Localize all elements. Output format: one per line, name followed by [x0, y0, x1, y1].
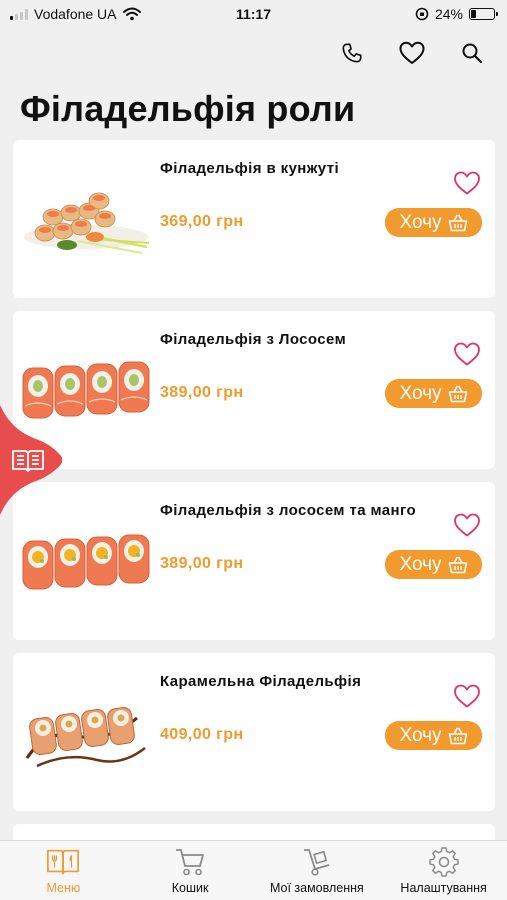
tab-menu[interactable]: Меню — [0, 841, 127, 900]
bottom-tab-bar: Меню Кошик Мої замовлення Налаштування — [0, 840, 507, 900]
catalog-side-tab[interactable] — [0, 405, 62, 515]
product-price: 389,00 грн — [160, 384, 244, 401]
want-button[interactable]: Хочу — [385, 379, 482, 408]
tab-label: Меню — [46, 881, 81, 895]
basket-icon — [448, 556, 467, 573]
product-card[interactable]: Карамельна Філадельфія 409,00 грн Хочу — [13, 653, 495, 811]
heart-icon — [399, 41, 425, 64]
orientation-lock-icon — [415, 7, 429, 21]
product-price: 369,00 грн — [160, 213, 244, 230]
page-title: Філадельфія роли — [20, 88, 356, 129]
favorites-button[interactable] — [397, 38, 427, 68]
product-card[interactable]: Філадельфія з лососем та манго 389,00 гр… — [13, 482, 495, 640]
favorite-heart-icon[interactable] — [453, 341, 481, 367]
tab-settings[interactable]: Налаштування — [380, 841, 507, 900]
tab-label: Налаштування — [400, 881, 487, 895]
product-price: 409,00 грн — [160, 726, 244, 743]
want-button[interactable]: Хочу — [385, 721, 482, 750]
status-bar: Vodafone UA 11:17 24% — [0, 0, 507, 30]
product-card[interactable]: Філадельфія з Лососем 389,00 грн Хочу — [13, 311, 495, 469]
tab-label: Кошик — [171, 881, 209, 895]
want-button-label: Хочу — [399, 724, 442, 746]
search-icon — [462, 43, 483, 64]
product-image — [22, 534, 150, 590]
want-button[interactable]: Хочу — [385, 550, 482, 579]
product-name: Філадельфія з лососем та манго — [160, 502, 417, 519]
cart-icon — [176, 849, 205, 876]
tab-orders[interactable]: Мої замовлення — [254, 841, 381, 900]
status-right: 24% — [415, 6, 498, 22]
battery-icon — [469, 8, 498, 20]
product-image — [24, 192, 150, 254]
search-button[interactable] — [457, 38, 487, 68]
favorite-heart-icon[interactable] — [453, 512, 481, 538]
gear-icon — [428, 847, 459, 877]
product-image — [25, 707, 146, 768]
phone-button[interactable] — [337, 38, 367, 68]
product-list: Філадельфія в кунжуті 369,00 грн Хочу Фі… — [13, 140, 495, 857]
product-price: 389,00 грн — [160, 555, 244, 572]
menu-book-icon — [47, 849, 80, 875]
want-button[interactable]: Хочу — [385, 208, 482, 237]
tab-label: Мої замовлення — [269, 881, 364, 895]
basket-icon — [448, 385, 467, 402]
tab-cart[interactable]: Кошик — [127, 841, 254, 900]
battery-fill — [471, 10, 477, 18]
want-button-label: Хочу — [399, 211, 442, 233]
phone-icon — [342, 43, 362, 63]
want-button-label: Хочу — [399, 553, 442, 575]
product-name: Карамельна Філадельфія — [160, 673, 362, 690]
product-name: Філадельфія в кунжуті — [160, 160, 340, 177]
battery-percent: 24% — [434, 6, 463, 22]
favorite-heart-icon[interactable] — [453, 170, 481, 196]
want-button-label: Хочу — [399, 382, 442, 404]
basket-icon — [448, 727, 467, 744]
basket-icon — [448, 214, 467, 231]
header-actions — [337, 38, 487, 68]
orders-hand-truck-icon — [303, 849, 330, 876]
product-name: Філадельфія з Лососем — [160, 331, 347, 348]
product-card[interactable]: Філадельфія в кунжуті 369,00 грн Хочу — [13, 140, 495, 298]
favorite-heart-icon[interactable] — [453, 683, 481, 709]
